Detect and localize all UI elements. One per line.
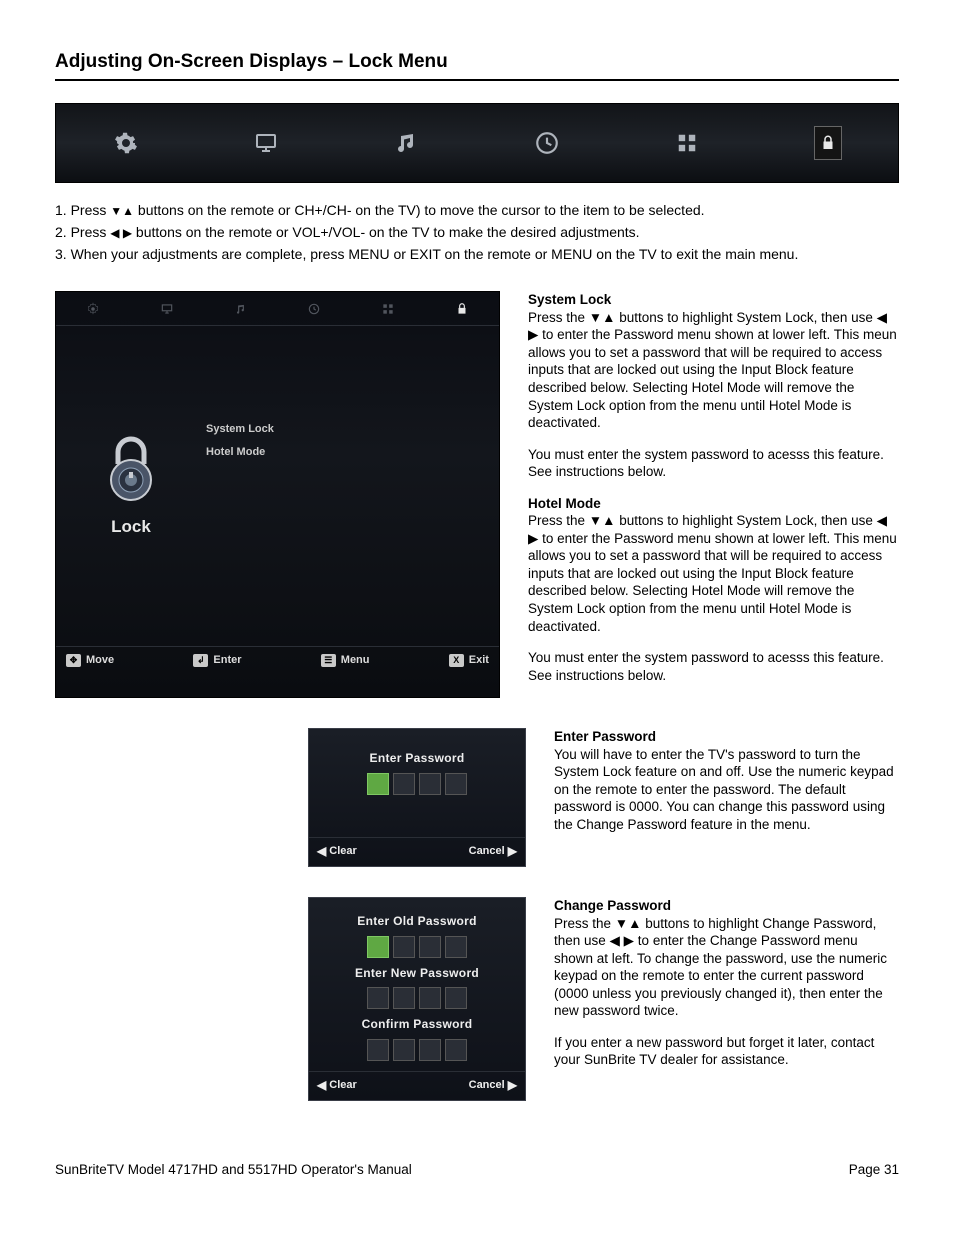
new-password-title: Enter New Password xyxy=(319,966,515,982)
lock-icon xyxy=(814,129,842,157)
clock-icon xyxy=(307,302,321,316)
padlock-graphic xyxy=(96,434,166,504)
lock-menu-title: Lock xyxy=(111,516,151,538)
footer-exit: XExit xyxy=(449,653,489,667)
old-password-input[interactable] xyxy=(319,936,515,958)
clear-button[interactable]: ◀ Clear xyxy=(317,1078,357,1092)
right-arrow-icon: ▶ xyxy=(508,845,517,857)
new-password-input[interactable] xyxy=(319,987,515,1009)
grid-icon xyxy=(673,129,701,157)
text-system-lock-note: You must enter the system password to ac… xyxy=(528,446,899,481)
gear-icon xyxy=(86,302,100,316)
left-arrow-icon: ◀ xyxy=(317,845,326,857)
menu-icon: ☰ xyxy=(321,654,336,667)
menu-item-system-lock[interactable]: System Lock xyxy=(206,422,499,436)
heading-system-lock: System Lock xyxy=(528,292,611,307)
monitor-icon xyxy=(160,302,174,316)
lock-menu-screenshot: Lock System Lock Hotel Mode ✥Move ↲Enter… xyxy=(55,291,500,698)
text-hotel-mode-note: You must enter the system password to ac… xyxy=(528,649,899,684)
confirm-password-title: Confirm Password xyxy=(319,1017,515,1033)
instruction-line-1: 1. Press ▼▲ buttons on the remote or CH+… xyxy=(55,201,899,219)
text-change-password-note: If you enter a new password but forget i… xyxy=(554,1034,899,1069)
change-password-dialog: Enter Old Password Enter New Password Co… xyxy=(308,897,526,1101)
exit-icon: X xyxy=(449,654,464,667)
text-change-password: Press the ▼▲ buttons to highlight Change… xyxy=(554,916,887,1019)
instruction-line-2: 2. Press ◀ ▶ buttons on the remote or VO… xyxy=(55,223,899,241)
password-input-boxes[interactable] xyxy=(319,773,515,795)
dpad-icon: ✥ xyxy=(66,654,81,667)
heading-change-password: Change Password xyxy=(554,898,671,913)
clock-icon xyxy=(533,129,561,157)
gear-icon xyxy=(112,129,140,157)
down-up-arrows: ▼▲ xyxy=(110,205,134,217)
text-enter-password: You will have to enter the TV's password… xyxy=(554,747,894,832)
text-hotel-mode: Press the ▼▲ buttons to highlight System… xyxy=(528,513,897,633)
enter-password-dialog: Enter Password ◀ Clear Cancel ▶ xyxy=(308,728,526,867)
footer-model: SunBriteTV Model 4717HD and 5517HD Opera… xyxy=(55,1161,412,1179)
footer-page: Page 31 xyxy=(849,1161,899,1179)
enter-password-title: Enter Password xyxy=(319,751,515,767)
music-icon xyxy=(234,302,248,316)
footer-enter: ↲Enter xyxy=(193,653,241,667)
left-arrow-icon: ◀ xyxy=(317,1079,326,1091)
grid-icon xyxy=(381,302,395,316)
page-title: Adjusting On-Screen Displays – Lock Menu xyxy=(55,50,899,81)
menu-iconbar-screenshot xyxy=(55,103,899,183)
heading-enter-password: Enter Password xyxy=(554,729,656,744)
right-arrow-icon: ▶ xyxy=(508,1079,517,1091)
heading-hotel-mode: Hotel Mode xyxy=(528,496,601,511)
old-password-title: Enter Old Password xyxy=(319,914,515,930)
left-right-arrows: ◀ ▶ xyxy=(110,227,132,239)
enter-icon: ↲ xyxy=(193,654,208,667)
instructions-block: 1. Press ▼▲ buttons on the remote or CH+… xyxy=(55,201,899,264)
instruction-line-3: 3. When your adjustments are complete, p… xyxy=(55,245,899,263)
footer-move: ✥Move xyxy=(66,653,114,667)
cancel-button[interactable]: Cancel ▶ xyxy=(469,1078,517,1092)
monitor-icon xyxy=(252,129,280,157)
text-system-lock: Press the ▼▲ buttons to highlight System… xyxy=(528,310,897,430)
confirm-password-input[interactable] xyxy=(319,1039,515,1061)
music-icon xyxy=(393,129,421,157)
lock-icon xyxy=(455,302,469,316)
footer-menu: ☰Menu xyxy=(321,653,370,667)
clear-button[interactable]: ◀ Clear xyxy=(317,844,357,858)
menu-item-hotel-mode[interactable]: Hotel Mode xyxy=(206,445,499,459)
cancel-button[interactable]: Cancel ▶ xyxy=(469,844,517,858)
